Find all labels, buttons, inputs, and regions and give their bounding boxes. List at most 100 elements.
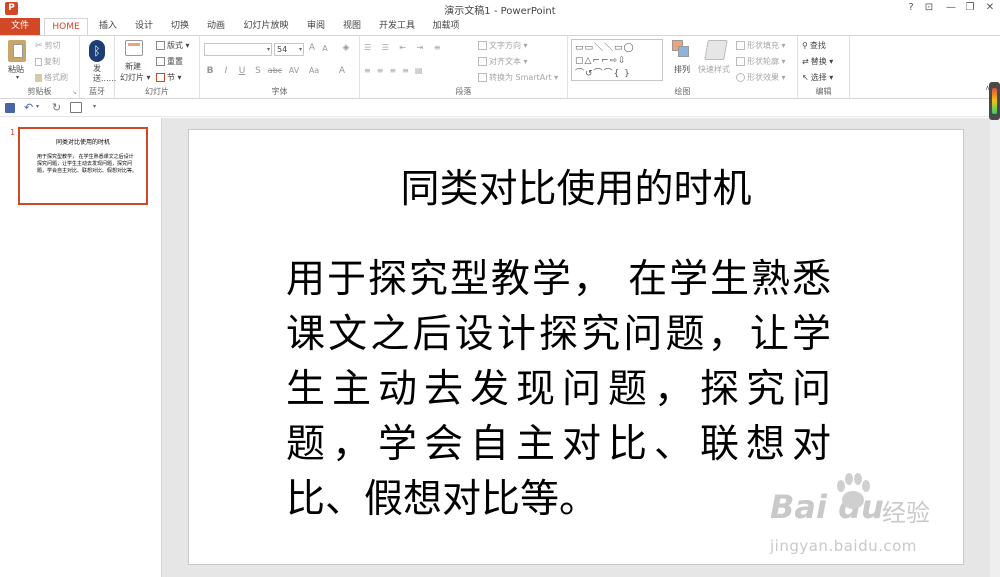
clear-format-icon[interactable]: ◈ [340,43,352,53]
grow-font-button[interactable]: A [306,43,318,53]
new-slide-button[interactable]: 新建 [125,61,141,72]
scissors-icon: ✂ [35,41,43,51]
change-case-button[interactable]: Aa [306,66,322,75]
bluetooth-group-label: 蓝牙 [89,87,105,96]
layout-label: 版式 [167,41,183,50]
slide-number: 1 [10,128,16,137]
text-direction-button[interactable]: 文字方向 ▾ [478,40,528,51]
section-label: 节 [167,73,175,82]
quick-access-toolbar: ↶ ▾ ↻ ▾ [0,100,1000,117]
pen-icon [736,57,745,66]
new-slide-icon[interactable] [125,40,143,56]
tab-design[interactable]: 设计 [128,18,160,35]
tab-review[interactable]: 审阅 [300,18,332,35]
ribbon: 粘贴 ▾ ✂ 剪切 复制 格式刷 剪贴板 ↘ ᛒ 发送...... 蓝牙 新建 幻… [0,35,1000,99]
send-button[interactable]: 发送...... [93,64,116,84]
format-painter-button[interactable]: 格式刷 [35,72,68,83]
font-size-value: 54 [277,45,288,54]
bluetooth-icon[interactable]: ᛒ [89,40,105,62]
align-text-icon [478,57,487,66]
format-painter-label: 格式刷 [44,73,68,82]
tab-insert[interactable]: 插入 [92,18,124,35]
strikethrough-button[interactable]: abc [266,66,284,75]
thumbnail-pane[interactable]: 1 同类对比使用的时机 用于探究型教学， 在学生熟悉课文之后设计探究问题，让学生… [0,118,162,577]
undo-icon[interactable]: ↶ [24,101,33,114]
arrange-icon[interactable] [672,40,690,58]
tab-home[interactable]: HOME [44,18,88,36]
shape-outline-button[interactable]: 形状轮廓 ▾ [736,56,786,67]
text-direction-label: 文字方向 [489,41,521,50]
italic-button[interactable]: I [220,66,232,76]
quick-styles-button[interactable]: 快速样式 [698,64,730,75]
shrink-font-button[interactable]: A [319,44,331,53]
tab-transitions[interactable]: 切换 [164,18,196,35]
slides-group-label: 幻灯片 [145,87,169,96]
tab-developer[interactable]: 开发工具 [372,18,422,35]
bluetooth-group: ᛒ 发送...... 蓝牙 [80,36,116,98]
help-icon[interactable]: ? [903,2,919,13]
select-button[interactable]: ↖ 选择 ▾ [802,72,833,83]
replace-button[interactable]: ⇄ 替换 ▾ [802,56,833,67]
minimize-button[interactable]: — [943,2,959,13]
font-size-combo[interactable]: 54 ▾ [274,43,304,56]
tab-animations[interactable]: 动画 [200,18,232,35]
bold-button[interactable]: B [204,66,216,76]
restore-button[interactable]: ❐ [962,2,978,13]
paint-bucket-icon [736,41,745,50]
underline-button[interactable]: U [236,66,248,76]
section-button[interactable]: 节 ▾ [156,72,182,83]
font-group: ▾ 54 ▾ A A ◈ B I U S abc AV Aa A 字体 [200,36,360,98]
list-buttons[interactable]: ☰ ☰ ⇤ ⇥ ≡ [364,43,445,52]
slide-title[interactable]: 同类对比使用的时机 [189,158,963,214]
watermark-brand: 经验 [882,499,930,527]
paste-dropdown-icon[interactable]: ▾ [16,74,19,81]
alignment-buttons[interactable]: ≡≡≡≡▤ [364,66,428,75]
shadow-button[interactable]: S [252,66,264,76]
copy-button[interactable]: 复制 [35,56,60,67]
clipboard-launcher-icon[interactable]: ↘ [72,89,77,96]
vertical-scrollbar[interactable] [990,118,1000,577]
slides-group: 新建 幻灯片 ▾ 版式 ▾ 重置 节 ▾ 幻灯片 [115,36,200,98]
font-color-button[interactable]: A [336,66,348,76]
shapes-gallery[interactable]: ▭▭＼＼▭◯ ▢△⌐⌐⇨⇩ ⌒↺⌒⌒{ } [571,39,663,81]
shape-fill-label: 形状填充 [747,41,779,50]
font-name-dropdown-icon[interactable]: ▾ [267,44,270,55]
align-text-button[interactable]: 对齐文本 ▾ [478,56,528,67]
tab-view[interactable]: 视图 [336,18,368,35]
select-label: 选择 [810,73,827,82]
slideshow-from-start-icon[interactable] [70,102,82,113]
shape-outline-label: 形状轮廓 [747,57,779,66]
quick-styles-icon[interactable] [704,40,728,60]
reset-button[interactable]: 重置 [156,56,183,67]
shape-fill-button[interactable]: 形状填充 ▾ [736,40,786,51]
binoculars-icon: ⚲ [802,41,808,50]
cut-button[interactable]: ✂ 剪切 [35,40,61,51]
tab-addins[interactable]: 加载项 [426,18,466,35]
watermark-url: jingyan.baidu.com [770,537,917,555]
text-direction-icon [478,41,487,50]
slide-body[interactable]: 用于探究型教学， 在学生熟悉课文之后设计探究问题，让学生主动去发现问题，探究问题… [286,252,831,527]
slide-thumbnail[interactable]: 同类对比使用的时机 用于探究型教学， 在学生熟悉课文之后设计探究问题，让学生主动… [18,127,148,205]
shape-effects-button[interactable]: 形状效果 ▾ [736,72,786,83]
find-button[interactable]: ⚲ 查找 [802,40,826,51]
shape-icons[interactable]: ▭▭＼＼▭◯ ▢△⌐⌐⇨⇩ ⌒↺⌒⌒{ } [575,42,635,81]
redo-icon[interactable]: ↻ [52,101,61,114]
font-size-dropdown-icon[interactable]: ▾ [299,44,302,55]
save-icon[interactable] [5,103,15,113]
effects-icon [736,73,745,82]
char-spacing-button[interactable]: AV [286,66,302,75]
tab-file[interactable]: 文件 [0,18,40,35]
tab-slideshow[interactable]: 幻灯片放映 [236,18,296,35]
side-widget-handle[interactable] [989,82,1000,120]
new-slide-dropdown[interactable]: 幻灯片 ▾ [120,72,151,83]
smartart-icon [478,73,487,82]
close-button[interactable]: ✕ [982,2,998,13]
ribbon-display-options-icon[interactable]: ⊡ [921,2,937,13]
customize-qat-icon[interactable]: ▾ [93,103,96,110]
undo-dropdown-icon[interactable]: ▾ [36,103,39,110]
paste-icon[interactable] [8,40,26,62]
font-name-combo[interactable]: ▾ [204,43,272,56]
arrange-button[interactable]: 排列 [674,64,690,75]
layout-button[interactable]: 版式 ▾ [156,40,190,51]
smartart-button[interactable]: 转换为 SmartArt ▾ [478,72,558,83]
